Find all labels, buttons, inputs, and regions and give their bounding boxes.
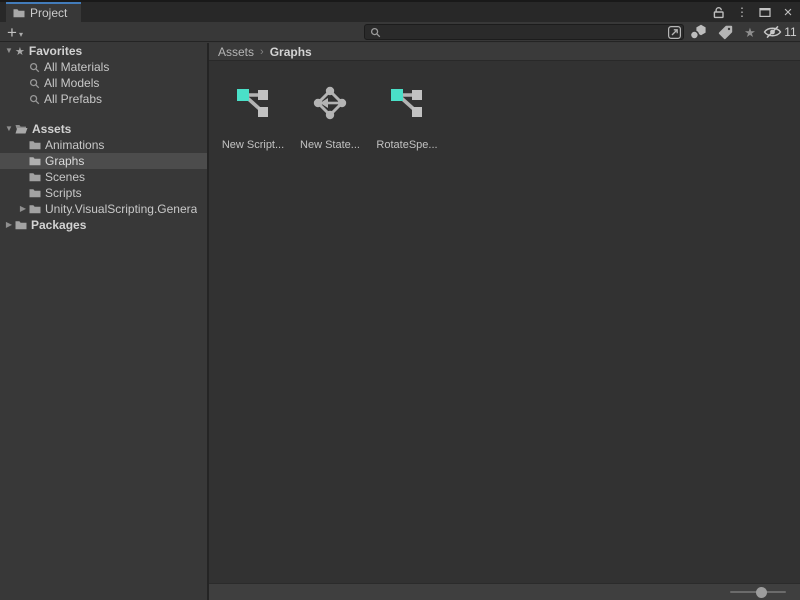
folder-icon [29,172,41,182]
status-bar [209,583,800,600]
unity-project-window: Project ⋮ × + ▾ [0,0,800,600]
star-icon: ★ [15,45,25,58]
eye-slash-icon [763,25,782,39]
asset-label: New Script... [222,139,284,151]
zoom-slider-thumb[interactable] [756,587,767,598]
asset-label: New State... [300,139,360,151]
hidden-count-toggle[interactable]: 11 [762,23,798,41]
toolbar-right-icons: ★ 11 [685,22,798,42]
sidebar-item-scripts[interactable]: Scripts [0,185,207,201]
sidebar-item-animations[interactable]: Animations [0,137,207,153]
sidebar-item-unity-visualscripting-generated[interactable]: ▶ Unity.VisualScripting.Genera [0,201,207,217]
sidebar-section-gap [0,107,207,121]
search-input[interactable] [381,26,666,38]
tab-label: Project [30,6,67,20]
script-graph-icon [234,84,272,122]
hidden-count: 11 [784,25,796,39]
state-graph-icon [311,84,349,122]
plus-icon: + [7,24,17,42]
asset-item-new-state[interactable]: New State... [292,84,368,151]
sidebar-item-scenes[interactable]: Scenes [0,169,207,185]
expander-icon[interactable]: ▶ [3,217,15,233]
expander-icon[interactable]: ▼ [3,121,15,137]
close-icon[interactable]: × [780,4,796,20]
sidebar-item-all-prefabs[interactable]: All Prefabs [0,91,207,107]
asset-grid: New Script... New S [209,62,800,583]
asset-panel: Assets › Graphs New Script. [209,43,800,600]
folder-icon [29,156,41,166]
kebab-menu-icon[interactable]: ⋮ [734,4,750,20]
project-sidebar: ▼ ★ Favorites All Materials All Models [0,43,207,600]
asset-label: RotateSpe... [376,139,437,151]
maximize-icon[interactable] [757,4,773,20]
folder-icon [29,204,41,214]
sidebar-item-favorites[interactable]: ▼ ★ Favorites [0,43,207,59]
window-controls: ⋮ × [711,2,796,22]
open-search-window-icon[interactable] [666,25,682,39]
sidebar-item-packages[interactable]: ▶ Packages [0,217,207,233]
saved-search-star-icon[interactable]: ★ [738,23,762,41]
create-asset-button[interactable]: + ▾ [7,22,23,42]
asset-item-rotatespe[interactable]: RotateSpe... [369,84,445,151]
search-by-label-icon[interactable] [712,23,738,41]
sidebar-item-all-materials[interactable]: All Materials [0,59,207,75]
search-icon [29,78,40,89]
chevron-down-icon: ▾ [19,28,23,42]
sidebar-item-assets[interactable]: ▼ Assets [0,121,207,137]
breadcrumb-graphs[interactable]: Graphs [270,45,312,59]
zoom-slider[interactable] [730,591,786,593]
sidebar-item-all-models[interactable]: All Models [0,75,207,91]
search-by-type-icon[interactable] [685,23,712,41]
search-icon [29,94,40,105]
unlock-icon[interactable] [711,4,727,20]
asset-item-new-script[interactable]: New Script... [215,84,291,151]
breadcrumb: Assets › Graphs [209,43,800,61]
tab-bar: Project ⋮ × [0,2,800,22]
folder-icon [13,8,25,18]
tab-project[interactable]: Project [6,2,81,22]
folder-open-icon [15,124,28,134]
folder-icon [29,188,41,198]
search-field[interactable] [364,24,684,40]
expander-icon[interactable]: ▼ [3,43,15,59]
folder-icon [29,140,41,150]
sidebar-item-graphs[interactable]: Graphs [0,153,207,169]
project-toolbar: + ▾ [0,22,800,42]
chevron-right-icon: › [260,46,264,58]
breadcrumb-assets[interactable]: Assets [218,45,254,59]
script-graph-icon [388,84,426,122]
folder-icon [15,220,27,230]
expander-icon[interactable]: ▶ [17,201,29,217]
search-icon [370,27,381,38]
search-icon [29,62,40,73]
